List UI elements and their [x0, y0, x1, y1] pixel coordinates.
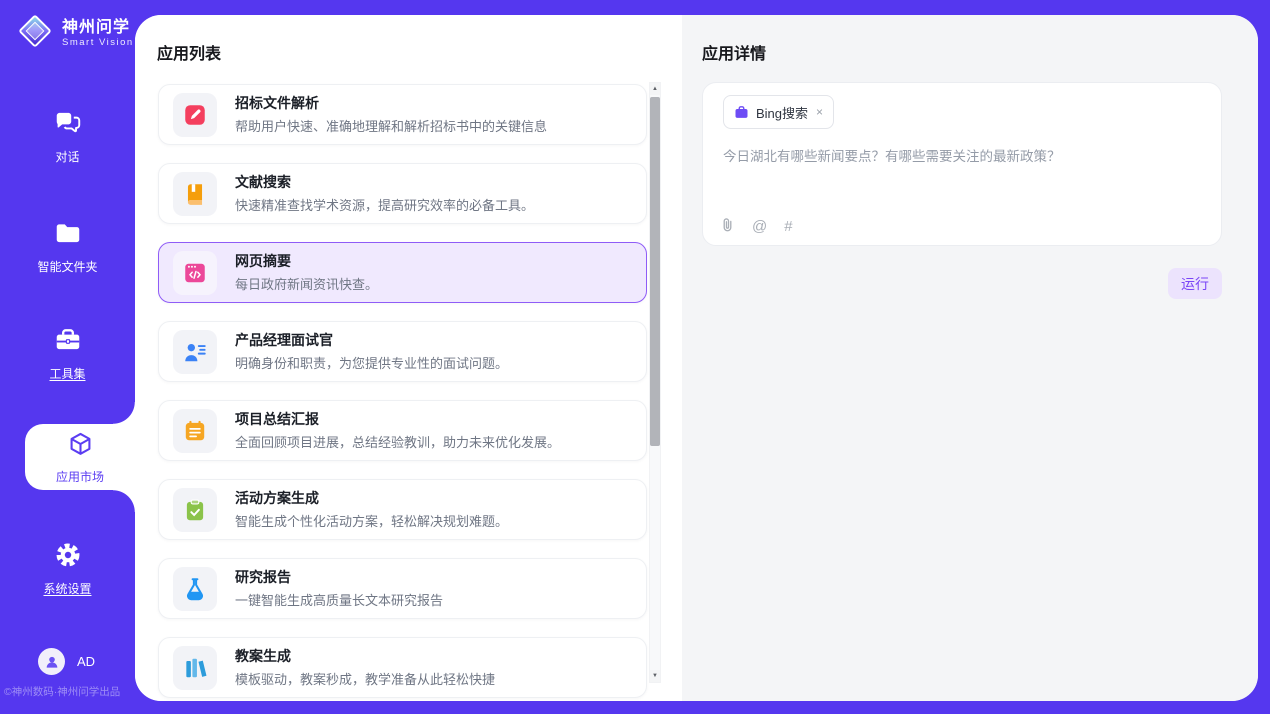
- sidebar-item-label: 系统设置: [43, 580, 91, 597]
- user-initials: AD: [77, 654, 95, 669]
- briefcase-icon: [734, 105, 749, 120]
- avatar: [38, 648, 65, 675]
- app-card-desc: 帮助用户快速、准确地理解和解析招标书中的关键信息: [235, 116, 547, 135]
- app-card-desc: 一键智能生成高质量长文本研究报告: [235, 590, 443, 609]
- app-card-desc: 全面回顾项目进展，总结经验教训，助力未来优化发展。: [235, 432, 560, 451]
- hash-icon[interactable]: #: [784, 219, 792, 234]
- app-card-title: 研究报告: [235, 568, 443, 586]
- web-summary-icon: [182, 260, 208, 286]
- app-card-title: 文献搜索: [235, 173, 534, 191]
- sidebar-item-app-market[interactable]: 应用市场: [25, 424, 135, 490]
- app-card-lesson-plan[interactable]: 教案生成 模板驱动，教案秒成，教学准备从此轻松快捷: [158, 637, 647, 698]
- sidebar-item-label: 应用市场: [56, 468, 104, 485]
- app-detail-title: 应用详情: [702, 40, 766, 64]
- research-report-icon: [182, 576, 208, 602]
- app-cards: 招标文件解析 帮助用户快速、准确地理解和解析招标书中的关键信息 文献搜索 快速精…: [158, 84, 647, 698]
- app-list-scrollbar[interactable]: ▲ ▼: [649, 82, 661, 683]
- app-card-title: 活动方案生成: [235, 489, 508, 507]
- gem-logo-icon: [16, 12, 54, 55]
- app-card-title: 网页摘要: [235, 252, 378, 270]
- lesson-plan-icon: [182, 655, 208, 681]
- run-button[interactable]: 运行: [1168, 268, 1222, 299]
- sidebar-item-label: 智能文件夹: [37, 258, 97, 275]
- sidebar-item-chat[interactable]: 对话: [0, 108, 135, 165]
- app-card-title: 招标文件解析: [235, 94, 547, 112]
- gear-icon: [53, 540, 83, 575]
- sidebar-item-smart-folder[interactable]: 智能文件夹: [0, 218, 135, 275]
- toolbox-icon: [53, 325, 83, 360]
- app-card-title: 项目总结汇报: [235, 410, 560, 428]
- app-card-title: 教案生成: [235, 647, 495, 665]
- tool-chip-label: Bing搜索: [756, 103, 808, 122]
- sidebar-item-settings[interactable]: 系统设置: [0, 540, 135, 597]
- app-card-research-report[interactable]: 研究报告 一键智能生成高质量长文本研究报告: [158, 558, 647, 619]
- project-summary-icon: [182, 418, 208, 444]
- prompt-card: Bing搜索 × 今日湖北有哪些新闻要点？有哪些需要关注的最新政策？ @ #: [702, 82, 1222, 246]
- activity-plan-icon: [182, 497, 208, 523]
- literature-search-icon: [182, 181, 208, 207]
- sidebar: 神州问学 Smart Vision 对话 智能文件夹: [0, 0, 135, 714]
- app-card-activity-plan[interactable]: 活动方案生成 智能生成个性化活动方案，轻松解决规划难题。: [158, 479, 647, 540]
- app-card-literature-search[interactable]: 文献搜索 快速精准查找学术资源，提高研究效率的必备工具。: [158, 163, 647, 224]
- app-list-title: 应用列表: [157, 40, 221, 64]
- app-card-desc: 智能生成个性化活动方案，轻松解决规划难题。: [235, 511, 508, 530]
- mention-icon[interactable]: @: [752, 219, 767, 234]
- app-card-interviewer[interactable]: 产品经理面试官 明确身份和职责，为您提供专业性的面试问题。: [158, 321, 647, 382]
- sidebar-item-label: 对话: [55, 148, 79, 165]
- copyright-text: ©神州数码·神州问学出品: [4, 684, 135, 699]
- app-card-title: 产品经理面试官: [235, 331, 508, 349]
- bid-document-icon: [182, 102, 208, 128]
- app-card-bid-document[interactable]: 招标文件解析 帮助用户快速、准确地理解和解析招标书中的关键信息: [158, 84, 647, 145]
- app-logo: 神州问学 Smart Vision: [16, 12, 134, 55]
- folder-icon: [53, 218, 83, 253]
- chip-close-icon[interactable]: ×: [816, 105, 823, 119]
- person-icon: [44, 654, 60, 670]
- chat-icon: [53, 108, 83, 143]
- sidebar-item-label: 工具集: [49, 365, 85, 382]
- app-card-web-summary[interactable]: 网页摘要 每日政府新闻资讯快查。: [158, 242, 647, 303]
- scroll-down-button[interactable]: ▼: [650, 670, 660, 682]
- main-panel: 应用列表 招标文件解析 帮助用户快速、准确地理解和解析招标书中的关键信息: [135, 15, 1258, 701]
- app-card-desc: 模板驱动，教案秒成，教学准备从此轻松快捷: [235, 669, 495, 688]
- app-list-pane: 应用列表 招标文件解析 帮助用户快速、准确地理解和解析招标书中的关键信息: [135, 15, 682, 701]
- app-card-desc: 每日政府新闻资讯快查。: [235, 274, 378, 293]
- scrollbar-thumb[interactable]: [650, 97, 660, 446]
- app-card-desc: 快速精准查找学术资源，提高研究效率的必备工具。: [235, 195, 534, 214]
- interviewer-icon: [182, 339, 208, 365]
- user-account[interactable]: AD: [38, 648, 95, 675]
- brand-name: 神州问学: [62, 19, 134, 37]
- app-card-project-summary[interactable]: 项目总结汇报 全面回顾项目进展，总结经验教训，助力未来优化发展。: [158, 400, 647, 461]
- cube-icon: [66, 430, 95, 464]
- input-toolbar: @ #: [720, 217, 793, 236]
- sidebar-item-toolset[interactable]: 工具集: [0, 325, 135, 382]
- app-card-desc: 明确身份和职责，为您提供专业性的面试问题。: [235, 353, 508, 372]
- scroll-up-button[interactable]: ▲: [650, 83, 660, 95]
- paperclip-icon[interactable]: [720, 217, 735, 236]
- app-detail-pane: 应用详情 Bing搜索 × 今日湖北有哪些新闻要点？有哪些需要关注的最新政策？ …: [682, 15, 1258, 701]
- brand-subtitle: Smart Vision: [62, 37, 134, 48]
- tool-chip-bing-search[interactable]: Bing搜索 ×: [723, 95, 834, 129]
- query-input[interactable]: 今日湖北有哪些新闻要点？有哪些需要关注的最新政策？: [723, 147, 1193, 167]
